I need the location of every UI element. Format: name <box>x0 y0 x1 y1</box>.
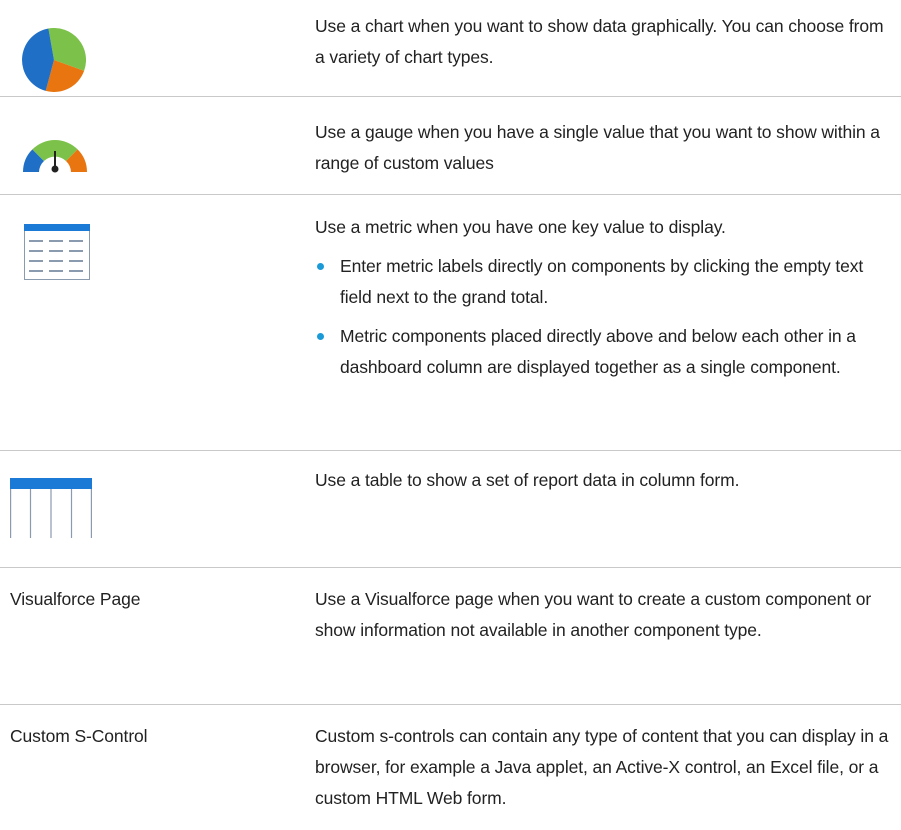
table-row: Use a table to show a set of report data… <box>0 451 901 568</box>
gauge-description: Use a gauge when you have a single value… <box>315 122 880 173</box>
metric-description-cell: Use a metric when you have one key value… <box>315 212 893 383</box>
visualforce-label-cell: Visualforce Page <box>10 584 140 615</box>
component-type-table: Use a chart when you want to show data g… <box>0 0 901 830</box>
list-item: Enter metric labels directly on componen… <box>315 251 893 313</box>
gauge-icon-cell <box>22 138 88 179</box>
list-item: Metric components placed directly above … <box>315 321 893 383</box>
chart-description: Use a chart when you want to show data g… <box>315 16 884 67</box>
metric-icon-cell <box>24 224 90 285</box>
custom-s-control-label: Custom S-Control <box>10 726 148 746</box>
table-row: Use a metric when you have one key value… <box>0 195 901 451</box>
table-row: Custom S-Control Custom s-controls can c… <box>0 705 901 830</box>
table-icon-cell <box>10 478 93 543</box>
table-row: Use a gauge when you have a single value… <box>0 97 901 195</box>
s-control-description-cell: Custom s-controls can contain any type o… <box>315 721 893 814</box>
metric-bullet-list: Enter metric labels directly on componen… <box>315 251 893 383</box>
table-icon <box>10 478 93 542</box>
gauge-icon <box>22 140 88 178</box>
gauge-description-cell: Use a gauge when you have a single value… <box>315 117 893 179</box>
pie-chart-icon <box>22 28 87 96</box>
table-row: Use a chart when you want to show data g… <box>0 0 901 97</box>
table-row: Visualforce Page Use a Visualforce page … <box>0 568 901 705</box>
metric-icon <box>24 224 90 284</box>
chart-icon-cell <box>22 28 87 97</box>
chart-description-cell: Use a chart when you want to show data g… <box>315 11 893 73</box>
s-control-description: Custom s-controls can contain any type o… <box>315 726 889 808</box>
visualforce-description: Use a Visualforce page when you want to … <box>315 589 872 640</box>
visualforce-description-cell: Use a Visualforce page when you want to … <box>315 584 893 646</box>
table-description-cell: Use a table to show a set of report data… <box>315 465 893 496</box>
metric-description: Use a metric when you have one key value… <box>315 217 726 237</box>
s-control-label-cell: Custom S-Control <box>10 721 148 752</box>
table-description: Use a table to show a set of report data… <box>315 470 740 490</box>
visualforce-page-label: Visualforce Page <box>10 589 141 609</box>
